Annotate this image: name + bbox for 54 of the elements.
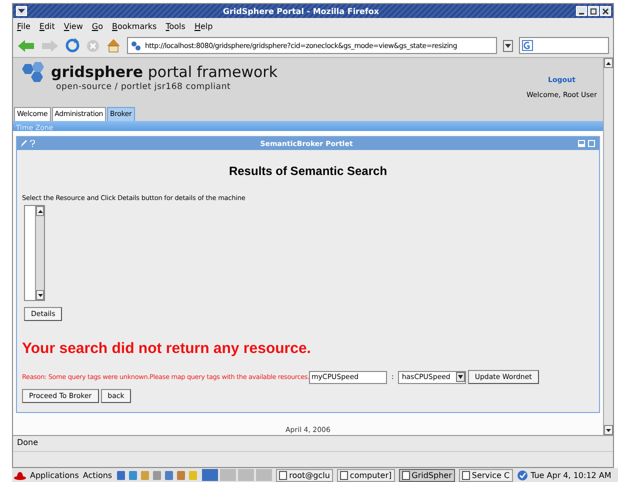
window-icon <box>279 470 288 480</box>
panel-menu[interactable]: Actions <box>82 470 112 480</box>
search-engine-icon <box>522 40 533 51</box>
hexagon-logo-icon <box>19 62 47 82</box>
launcher-icon[interactable] <box>128 470 138 480</box>
results-heading: Results of Semantic Search <box>228 164 388 178</box>
window-icon <box>462 470 470 480</box>
taskbar-window-button[interactable]: Service C <box>458 468 513 482</box>
back-icon[interactable] <box>17 38 35 52</box>
panel-menu[interactable]: Applications <box>30 470 79 480</box>
reload-icon[interactable] <box>65 38 80 53</box>
tagline: open-source / portlet jsr168 compliant <box>55 82 232 92</box>
close-button[interactable] <box>600 6 611 16</box>
scroll-down-icon[interactable] <box>604 425 613 435</box>
scroll-up-icon[interactable] <box>604 58 613 68</box>
brand-name: gridsphere portal framework <box>51 63 278 81</box>
clock-text: Tue Apr 4, 10:12 AM <box>530 470 612 480</box>
menu-item[interactable]: View <box>64 22 83 30</box>
page-scrollbar[interactable] <box>603 58 613 435</box>
update-check-icon[interactable] <box>516 470 528 480</box>
edit-icon[interactable] <box>21 140 27 147</box>
menu-item[interactable]: Tools <box>166 22 186 30</box>
taskbar-window-button[interactable]: GridSpher <box>398 468 455 482</box>
launcher-icon[interactable] <box>176 470 186 480</box>
launcher-icon[interactable] <box>116 470 126 480</box>
scroll-up-icon[interactable] <box>36 206 44 216</box>
window-menu-button[interactable] <box>16 6 27 16</box>
home-icon[interactable] <box>106 38 121 53</box>
workspace-switcher-icon[interactable] <box>202 469 272 481</box>
hat-icon[interactable] <box>14 470 26 480</box>
launcher-icon[interactable] <box>140 470 150 480</box>
window-title: GridSphere Portal - Mozilla Firefox <box>222 6 380 16</box>
maximize-button[interactable] <box>588 6 599 16</box>
menu-item[interactable]: Bookmarks <box>112 22 157 30</box>
caret-icon <box>505 44 511 48</box>
launcher-icon[interactable] <box>152 470 162 480</box>
window-icon <box>402 470 410 480</box>
caret-icon <box>456 372 465 382</box>
maximize-icon[interactable] <box>588 140 595 147</box>
menu-item[interactable]: Help <box>194 22 213 30</box>
help-icon[interactable] <box>30 140 35 147</box>
taskbar-window-button[interactable]: computer] <box>336 468 395 482</box>
scroll-down-icon[interactable] <box>36 290 44 300</box>
menu-item[interactable]: File <box>17 22 30 30</box>
launcher-icon[interactable] <box>164 470 174 480</box>
menu-item[interactable]: Go <box>92 22 103 30</box>
window-icon <box>340 470 348 480</box>
search-field[interactable] <box>519 37 609 54</box>
taskbar-window-button[interactable]: root@gclu <box>276 468 333 482</box>
minimize-button[interactable] <box>576 6 587 16</box>
menu-item[interactable]: Edit <box>39 22 55 30</box>
error-message: Your search did not return any resource. <box>22 340 312 357</box>
minimize-icon[interactable] <box>578 140 585 147</box>
history-dropdown[interactable] <box>503 40 513 52</box>
